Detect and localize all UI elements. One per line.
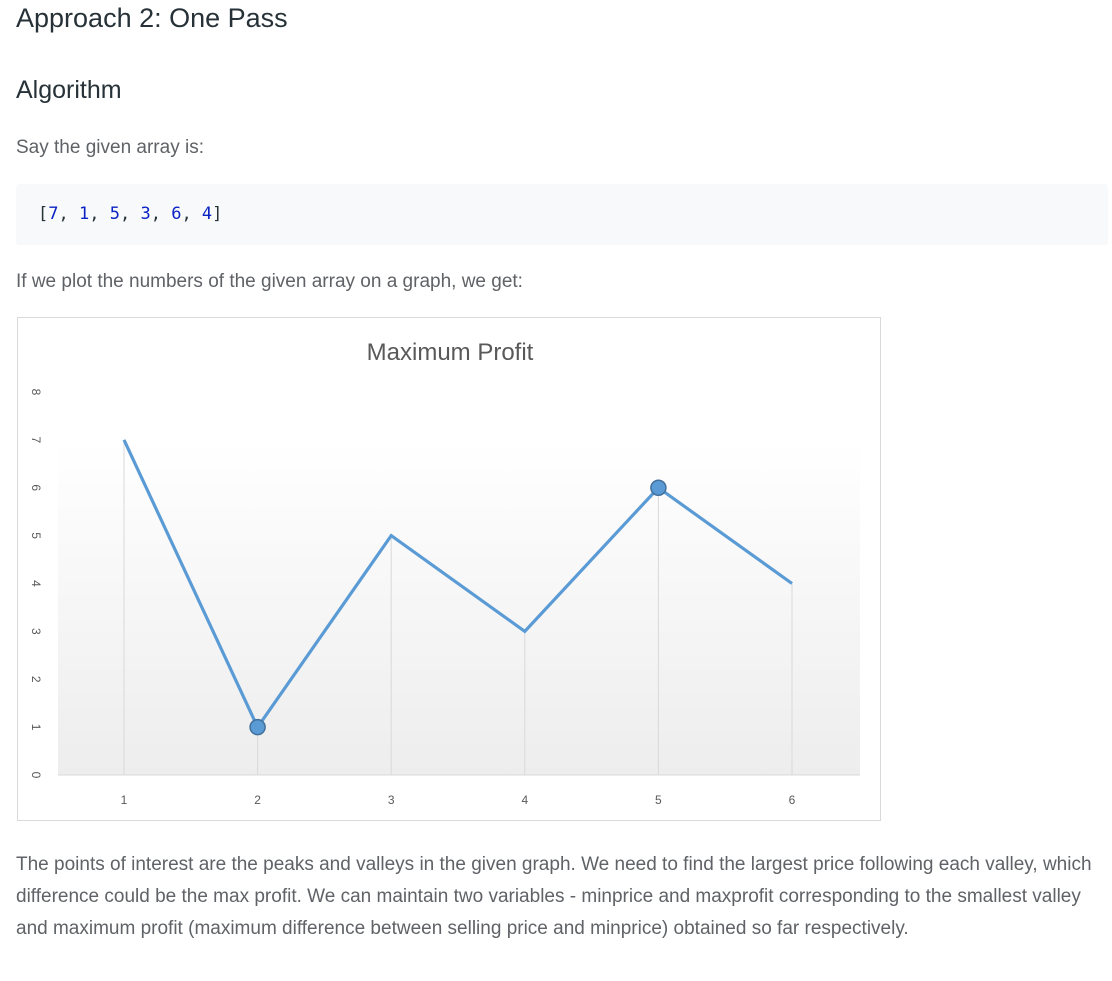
y-tick-label: 1 (29, 724, 43, 731)
y-tick-label: 4 (29, 580, 43, 587)
chart-frame: Maximum Profit 0 1 2 3 4 5 6 7 8 1 2 3 4 5 6 (17, 317, 881, 821)
x-tick-label: 1 (121, 793, 128, 807)
x-tick-label: 6 (789, 793, 796, 807)
plot-paragraph: If we plot the numbers of the given arra… (16, 271, 523, 292)
y-tick-label: 0 (29, 772, 43, 779)
highlight-marker (650, 479, 667, 496)
y-tick-label: 5 (29, 532, 43, 539)
x-tick-label: 3 (388, 793, 395, 807)
y-tick-label: 6 (29, 484, 43, 491)
page-heading: Approach 2: One Pass (16, 3, 288, 33)
array-value: 4 (201, 204, 213, 224)
x-tick-label: 4 (521, 793, 528, 807)
y-tick-label: 8 (29, 389, 43, 396)
array-value: 1 (78, 204, 90, 224)
array-value: 6 (171, 204, 182, 224)
highlight-marker (249, 718, 266, 736)
array-value: 5 (109, 204, 120, 224)
array-value: 3 (140, 204, 151, 224)
x-tick-label: 2 (254, 793, 261, 807)
section-heading: Algorithm (16, 76, 122, 104)
intro-paragraph: Say the given array is: (16, 137, 204, 158)
explanation-paragraph: The points of interest are the peaks and… (16, 854, 1092, 939)
x-tick-label: 5 (655, 793, 662, 807)
array-literal: [7, 1, 5, 3, 6, 4] (38, 204, 223, 224)
y-tick-label: 7 (29, 437, 43, 444)
chart-title: Maximum Profit (367, 339, 534, 366)
plot-area (58, 440, 860, 775)
y-tick-label: 2 (29, 676, 43, 683)
y-tick-label: 3 (29, 628, 43, 635)
line-chart: Maximum Profit 0 1 2 3 4 5 6 7 8 1 2 3 4 5 6 (29, 339, 860, 807)
code-block: [7, 1, 5, 3, 6, 4] (16, 184, 1108, 245)
array-value: 7 (48, 204, 59, 224)
